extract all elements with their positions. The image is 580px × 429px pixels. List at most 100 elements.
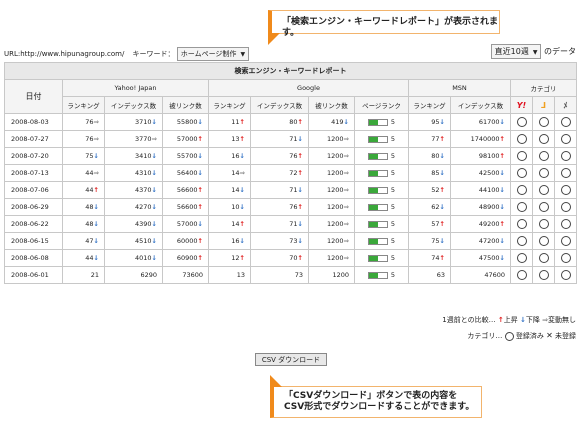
arrow-right-icon: ⇒ — [343, 152, 349, 160]
group-header-msn: MSN — [408, 79, 511, 97]
col-header: 被リンク数 — [162, 96, 209, 114]
category-status-cell — [532, 249, 555, 267]
data-cell: 3710↓ — [104, 113, 163, 131]
pagerank-value: 5 — [390, 203, 396, 211]
legend-registered-label: 登録済み — [515, 332, 544, 340]
pagerank-bar — [367, 237, 388, 245]
data-cell: 4310↓ — [104, 164, 163, 182]
pagerank-bar-fill — [368, 221, 378, 227]
cell-value: 71 — [289, 135, 298, 143]
arrow-up-icon: ↑ — [239, 135, 245, 143]
keyword-select[interactable]: ホームページ制作 ▼ — [176, 47, 250, 61]
category-status-cell — [554, 164, 577, 182]
table-row: 2008-07-27 76⇒ 3770⇒ 57000↑ 13↑ 71↓ 1200⇒ 5 77↑ 1… — [4, 130, 577, 148]
category-status-cell — [554, 232, 577, 250]
circle-icon — [560, 134, 571, 144]
category-status-cell — [532, 164, 555, 182]
callout-report-shown: 「検索エンジン・キーワードレポート」が表示されます。 — [268, 10, 500, 45]
data-cell: 76⇒ — [62, 130, 105, 148]
keyword-select-value: ホームページ制作 — [180, 50, 237, 58]
arrow-down-icon: ↓ — [297, 186, 303, 194]
cell-value: 44 — [85, 186, 94, 194]
circle-icon — [516, 134, 527, 144]
arrow-down-icon: ↓ — [151, 186, 157, 194]
category-status-cell — [532, 113, 555, 131]
data-cell: 14↑ — [208, 215, 251, 233]
cell-value: 1200 — [327, 220, 344, 228]
cell-value: 16 — [231, 237, 240, 245]
arrow-up-icon: ↑ — [439, 220, 445, 228]
circle-icon — [516, 270, 527, 280]
row-date: 2008-06-15 — [4, 232, 63, 250]
cell-value: 3410 — [135, 152, 152, 160]
row-date: 2008-07-20 — [4, 147, 63, 165]
arrow-up-icon: ↑ — [197, 254, 203, 262]
cell-value: 1740000 — [470, 135, 500, 143]
data-cell: 73↓ — [250, 232, 309, 250]
cell-value: 75 — [85, 152, 94, 160]
csv-download-button[interactable]: CSV ダウンロード — [255, 353, 327, 366]
category-status-cell — [554, 147, 577, 165]
row-date: 2008-07-27 — [4, 130, 63, 148]
data-cell: 62↓ — [408, 198, 451, 216]
category-status-cell — [510, 249, 533, 267]
circle-icon — [538, 185, 549, 195]
arrow-down-icon: ↓ — [197, 118, 203, 126]
data-cell: 16↓ — [208, 147, 251, 165]
circle-icon — [516, 168, 527, 178]
col-header: インデックス数 — [104, 96, 163, 114]
arrow-down-icon: ↓ — [151, 118, 157, 126]
category-status-cell — [510, 164, 533, 182]
data-cell: 21 — [62, 266, 105, 284]
data-cell: 42500↓ — [450, 164, 511, 182]
cell-value: 57000 — [176, 220, 198, 228]
data-cell: 6290 — [104, 266, 163, 284]
arrow-down-icon: ↓ — [297, 237, 303, 245]
cross-icon: ✕ — [546, 331, 553, 340]
arrow-down-icon: ↓ — [151, 237, 157, 245]
row-date: 2008-06-22 — [4, 215, 63, 233]
cell-value: 98100 — [478, 152, 500, 160]
data-cell: 14↓ — [208, 181, 251, 199]
pagerank-bar — [367, 169, 388, 177]
data-cell: 56600↑ — [162, 181, 209, 199]
pagerank-bar — [367, 135, 388, 143]
pagerank-cell: 5 — [354, 181, 409, 199]
arrow-up-icon: ↑ — [197, 186, 203, 194]
data-cell: 76⇒ — [62, 113, 105, 131]
circle-icon — [538, 270, 549, 280]
pagerank-bar — [367, 220, 388, 228]
col-header: インデックス数 — [250, 96, 309, 114]
arrow-down-icon: ↓ — [93, 254, 99, 262]
cell-value: 14 — [231, 220, 240, 228]
pagerank-cell: 5 — [354, 232, 409, 250]
group-header-yahoo: Yahoo! Japan — [62, 79, 209, 97]
pagerank-bar — [367, 186, 388, 194]
cell-value: 44 — [85, 254, 94, 262]
arrow-down-icon: ↓ — [499, 237, 505, 245]
arrow-up-icon: ↑ — [239, 254, 245, 262]
cell-value: 60000 — [176, 237, 198, 245]
data-cell: 1740000↑ — [450, 130, 511, 148]
data-cell: 61700↓ — [450, 113, 511, 131]
category-status-cell — [554, 181, 577, 199]
circle-icon — [516, 236, 527, 246]
cell-value: 75 — [431, 237, 440, 245]
arrow-up-icon: ↑ — [439, 135, 445, 143]
arrow-down-icon: ↓ — [439, 169, 445, 177]
cell-value: 13 — [231, 135, 240, 143]
keyword-label: キーワード： — [132, 50, 175, 58]
circle-icon — [516, 185, 527, 195]
data-cell: 95↓ — [408, 113, 451, 131]
cell-value: 73 — [289, 237, 298, 245]
arrow-up-icon: ↑ — [197, 237, 203, 245]
data-cell: 75↓ — [408, 232, 451, 250]
cell-value: 47500 — [478, 254, 500, 262]
period-select[interactable]: 直近10週 ▼ — [490, 44, 542, 59]
arrow-down-icon: ↓ — [93, 152, 99, 160]
keyword-report-table: 検索エンジン・キーワードレポート 日付 Yahoo! Japan Google … — [4, 62, 577, 284]
cell-value: 80 — [289, 118, 298, 126]
legend-compare-label: 1週前との比較… — [442, 316, 496, 324]
table-row: 2008-06-08 44↓ 4010↓ 60900↑ 12↑ 70↑ 1200⇒ 5 74↑ 4… — [4, 249, 577, 267]
arrow-down-icon: ↓ — [499, 254, 505, 262]
